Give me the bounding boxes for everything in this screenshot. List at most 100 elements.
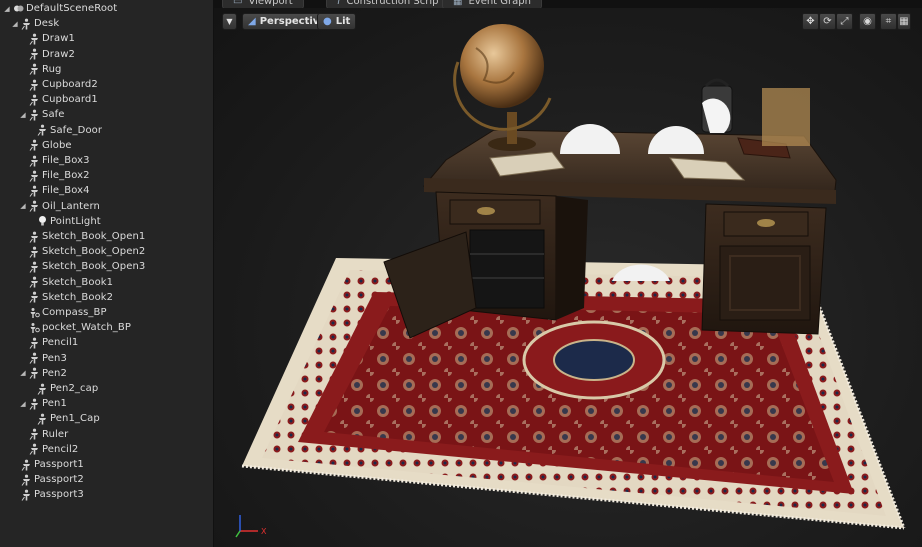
outliner-item-label: Passport3 — [34, 489, 84, 501]
static-mesh-icon — [29, 200, 40, 212]
outliner-item-label: File_Box4 — [42, 185, 90, 197]
outliner-item-label: Globe — [42, 139, 72, 151]
outliner-item-label: Sketch_Book_Open2 — [42, 246, 146, 258]
components-outliner: ◢ DefaultSceneRoot ◢ Desk Draw1 Draw2 Rug Cupbo… — [0, 0, 214, 547]
outliner-item-file-box4[interactable]: File_Box4 — [0, 183, 213, 198]
outliner-item-pen2[interactable]: ◢ Pen2 — [0, 366, 213, 381]
outliner-item-label: Sketch_Book1 — [42, 276, 114, 288]
static-mesh-icon — [29, 428, 40, 440]
scene-render[interactable] — [214, 8, 922, 547]
lit-sphere-icon: ● — [323, 16, 332, 27]
tab-event-graph[interactable]: ▦ Event Graph — [442, 0, 542, 8]
outliner-item-defaultsceneroot[interactable]: ◢ DefaultSceneRoot — [0, 1, 213, 16]
outliner-item-pen2-cap[interactable]: Pen2_cap — [0, 381, 213, 396]
outliner-item-label: PointLight — [50, 215, 101, 227]
scene-root-icon — [13, 3, 24, 15]
static-mesh-icon — [21, 459, 32, 471]
static-mesh-icon — [29, 231, 40, 243]
editor-tab-bar: ▭ Viewport f Construction Scrip ▦ Event … — [214, 0, 922, 8]
scale-tool-button[interactable]: ⤢ — [836, 13, 853, 30]
outliner-item-pen1[interactable]: ◢ Pen1 — [0, 396, 213, 411]
outliner-item-rug[interactable]: Rug — [0, 62, 213, 77]
outliner-item-label: Pen2 — [42, 367, 67, 379]
expand-arrow-icon[interactable]: ◢ — [19, 400, 27, 408]
static-mesh-icon — [21, 489, 32, 501]
outliner-item-label: Pen3 — [42, 352, 67, 364]
static-mesh-icon — [29, 261, 40, 273]
tab-label: Event Graph — [468, 0, 531, 7]
tab-viewport[interactable]: ▭ Viewport — [222, 0, 304, 8]
expand-arrow-icon[interactable]: ◢ — [19, 369, 27, 377]
outliner-item-passport2[interactable]: Passport2 — [0, 472, 213, 487]
outliner-item-cupboard1[interactable]: Cupboard1 — [0, 92, 213, 107]
outliner-item-sketch-book-open3[interactable]: Sketch_Book_Open3 — [0, 259, 213, 274]
outliner-item-desk[interactable]: ◢ Desk — [0, 16, 213, 31]
expand-arrow-icon[interactable]: ◢ — [3, 5, 11, 13]
outliner-item-sketch-book-open2[interactable]: Sketch_Book_Open2 — [0, 244, 213, 259]
outliner-item-label: Pen2_cap — [50, 383, 99, 394]
outliner-item-label: Ruler — [42, 428, 69, 440]
outliner-item-passport3[interactable]: Passport3 — [0, 487, 213, 502]
outliner-item-label: Cupboard2 — [42, 79, 98, 90]
world-space-icon: ◉ — [863, 16, 872, 27]
outliner-item-label: Oil_Lantern — [42, 200, 100, 212]
outliner-item-oil-lantern[interactable]: ◢ Oil_Lantern — [0, 199, 213, 214]
lit-button[interactable]: ● Lit — [317, 13, 357, 30]
chevron-down-icon: ▼ — [226, 17, 233, 26]
world-space-button[interactable]: ◉ — [859, 13, 876, 30]
outliner-item-sketch-book-open1[interactable]: Sketch_Book_Open1 — [0, 229, 213, 244]
outliner-item-cupboard2[interactable]: Cupboard2 — [0, 77, 213, 92]
static-mesh-icon — [21, 18, 32, 30]
function-icon: f — [337, 0, 341, 7]
outliner-item-compass-bp[interactable]: Compass_BP — [0, 305, 213, 320]
static-mesh-icon — [29, 139, 40, 152]
static-mesh-icon — [29, 79, 40, 91]
outliner-item-passport1[interactable]: Passport1 — [0, 457, 213, 472]
outliner-item-draw2[interactable]: Draw2 — [0, 47, 213, 62]
static-mesh-icon — [21, 474, 32, 486]
translate-tool-button[interactable]: ✥ — [802, 13, 819, 30]
rotate-tool-button[interactable]: ⟳ — [819, 13, 836, 30]
outliner-item-sketch-book1[interactable]: Sketch_Book1 — [0, 275, 213, 290]
grid-snap-button[interactable]: ▦ — [897, 13, 911, 30]
outliner-item-pencil1[interactable]: Pencil1 — [0, 335, 213, 350]
outliner-item-pointlight[interactable]: PointLight — [0, 214, 213, 229]
outliner-item-pen3[interactable]: Pen3 — [0, 351, 213, 366]
static-mesh-icon — [29, 276, 40, 288]
outliner-item-safe-door[interactable]: Safe_Door — [0, 123, 213, 138]
outliner-item-pocket-watch-bp[interactable]: pocket_Watch_BP — [0, 320, 213, 335]
outliner-item-file-box2[interactable]: File_Box2 — [0, 168, 213, 183]
outliner-item-label: Compass_BP — [42, 307, 107, 318]
static-mesh-icon — [37, 383, 48, 395]
outliner-item-label: Draw2 — [42, 48, 75, 60]
perspective-icon: ◢ — [248, 16, 256, 27]
expand-arrow-icon[interactable]: ◢ — [19, 202, 27, 210]
outliner-item-pencil2[interactable]: Pencil2 — [0, 442, 213, 457]
outliner-item-file-box3[interactable]: File_Box3 — [0, 153, 213, 168]
file-box-mesh[interactable] — [762, 88, 810, 146]
expand-arrow-icon[interactable]: ◢ — [19, 111, 27, 119]
static-mesh-icon — [29, 48, 40, 60]
axis-gizmo: X — [235, 515, 267, 538]
outliner-item-pen1-cap[interactable]: Pen1_Cap — [0, 411, 213, 426]
outliner-item-safe[interactable]: ◢ Safe — [0, 107, 213, 122]
outliner-item-label: Sketch_Book_Open1 — [42, 231, 146, 242]
outliner-item-label: Pencil1 — [42, 337, 79, 349]
outliner-item-ruler[interactable]: Ruler — [0, 427, 213, 442]
expand-arrow-icon[interactable]: ◢ — [11, 20, 19, 28]
viewport-options-button[interactable]: ▼ — [222, 13, 237, 30]
outliner-item-sketch-book2[interactable]: Sketch_Book2 — [0, 290, 213, 305]
static-mesh-icon — [29, 367, 40, 380]
graph-icon: ▦ — [453, 0, 463, 7]
static-mesh-icon — [29, 337, 40, 349]
outliner-item-label: File_Box2 — [42, 170, 90, 182]
outliner-item-draw1[interactable]: Draw1 — [0, 31, 213, 46]
static-mesh-icon — [29, 352, 40, 364]
static-mesh-icon — [29, 170, 40, 182]
outliner-item-globe[interactable]: Globe — [0, 138, 213, 153]
translate-icon: ✥ — [806, 16, 815, 27]
surface-snap-button[interactable]: ⌗ — [880, 13, 897, 30]
level-viewport[interactable]: ▼ ◢ Perspective ● Lit ✥ ⟳ ⤢ ◉ ⌗ ▦ X — [214, 8, 922, 547]
static-mesh-icon — [29, 185, 40, 197]
tab-construction-script[interactable]: f Construction Scrip — [326, 0, 450, 8]
